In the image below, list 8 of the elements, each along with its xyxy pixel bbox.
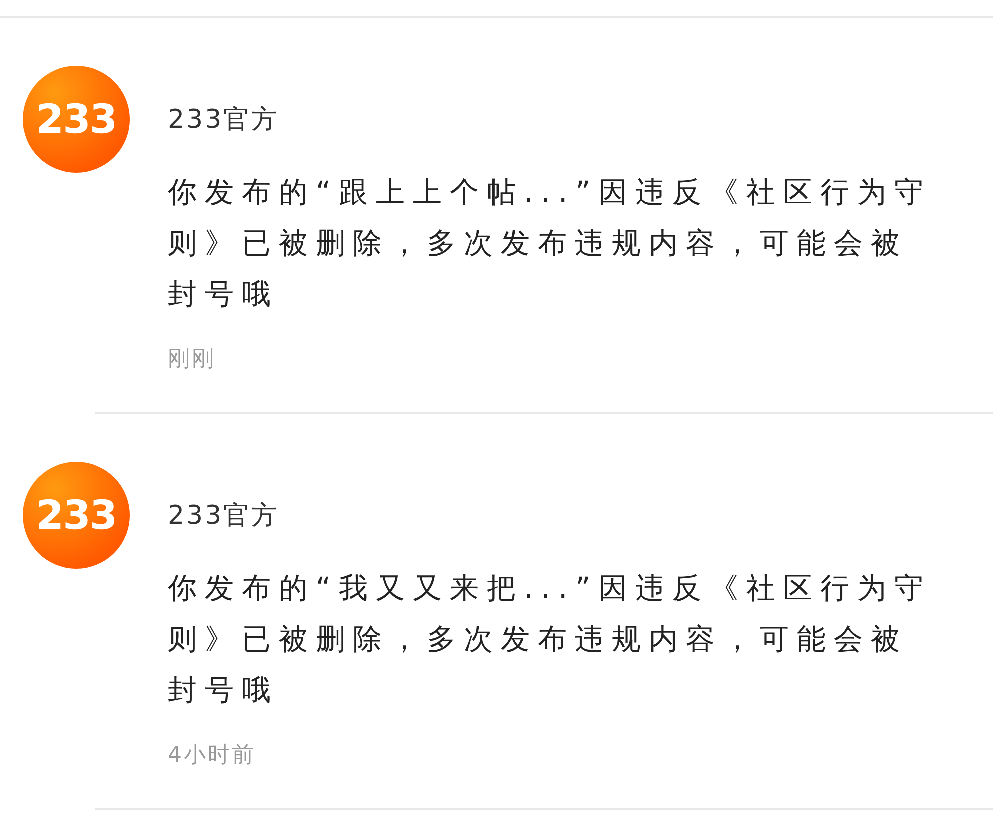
avatar-logo: 233 xyxy=(23,462,130,569)
timestamp: 4小时前 xyxy=(168,742,256,770)
timestamp: 刚刚 xyxy=(168,346,216,374)
sender-name: 233官方 xyxy=(168,500,280,533)
sender-name: 233官方 xyxy=(168,104,280,137)
avatar-logo: 233 xyxy=(23,66,130,173)
notification-message: 你发布的“我又又来把...”因违反《社区行为守则》已被删除，多次发布违规内容，可能会被封号哦 xyxy=(168,570,933,709)
notification-message: 你发布的“跟上上个帖...”因违反《社区行为守则》已被删除，多次发布违规内容，可能会被封号哦 xyxy=(168,174,933,313)
